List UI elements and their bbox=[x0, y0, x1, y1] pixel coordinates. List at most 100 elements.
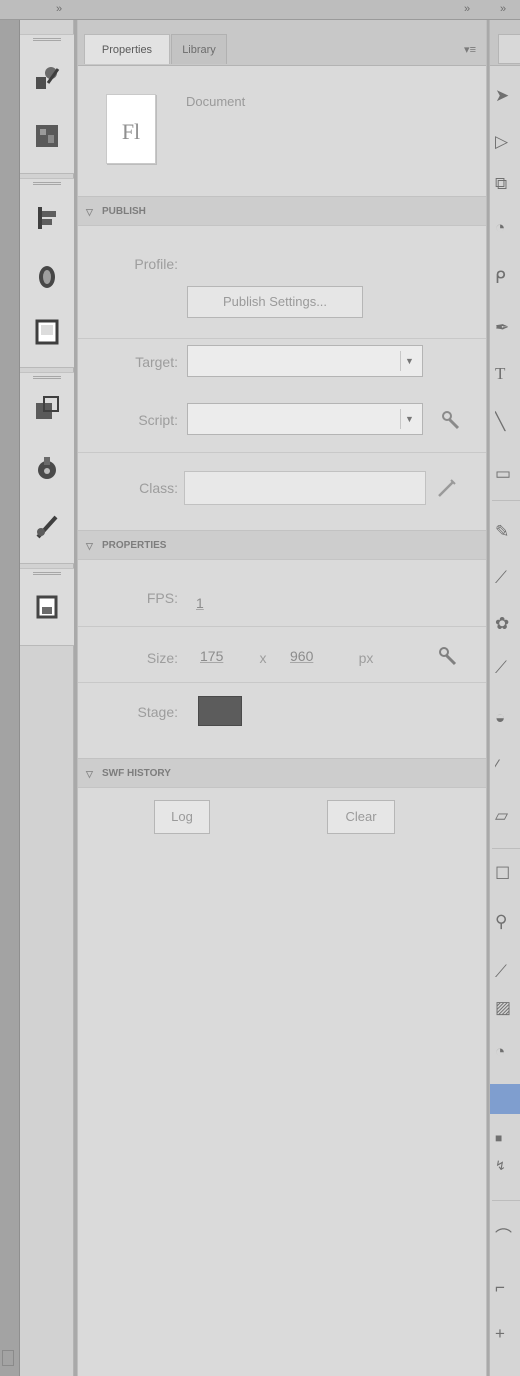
stroke-color-icon[interactable]: ⟋ bbox=[495, 954, 519, 990]
free-transform-tool-icon[interactable]: ⧉ bbox=[495, 166, 519, 202]
transform-icon[interactable] bbox=[32, 393, 62, 423]
document-icon-text: Fl bbox=[121, 119, 141, 144]
tools-panel: ➤ ▷ ⧉ ◔ ᑭ ✒ T ╲ ▭ ✎ ⟋ ✿ ⟋ ◒ ⁄ ▱ ☐ ⚲ ⟋ ▨ … bbox=[489, 20, 520, 1376]
expand-triangle-icon: ▽ bbox=[86, 541, 93, 551]
subselection-tool-icon[interactable]: ▷ bbox=[495, 124, 519, 160]
divider bbox=[78, 682, 486, 683]
eraser-tool-icon[interactable]: ▱ bbox=[495, 798, 519, 834]
publish-settings-button[interactable]: Publish Settings... bbox=[187, 286, 363, 318]
rectangle-tool-icon[interactable]: ▭ bbox=[495, 456, 519, 492]
pencil-edit-icon[interactable] bbox=[435, 476, 459, 500]
swatches-icon[interactable] bbox=[32, 317, 62, 347]
text-tool-icon[interactable]: T bbox=[495, 356, 519, 392]
brush-tool-icon[interactable]: ⟋ bbox=[495, 560, 519, 596]
hand-tool-icon[interactable]: ☐ bbox=[495, 856, 519, 892]
grip-icon[interactable] bbox=[33, 182, 61, 185]
swf-history-section-title: SWF HISTORY bbox=[102, 768, 171, 779]
paint-bucket-tool-icon[interactable]: ◒ bbox=[495, 700, 519, 736]
selection-tool-icon[interactable]: ➤ bbox=[495, 78, 519, 114]
3d-rotation-tool-icon[interactable]: ◔ bbox=[495, 210, 519, 246]
clear-button[interactable]: Clear bbox=[327, 800, 395, 834]
code-snippets-icon[interactable] bbox=[32, 511, 62, 541]
collapse-properties-icon[interactable]: » bbox=[464, 3, 470, 15]
line-tool-icon[interactable]: ╲ bbox=[495, 404, 519, 440]
stage-width-value[interactable]: 175 bbox=[200, 648, 223, 664]
collapse-tools-icon[interactable]: » bbox=[500, 3, 506, 15]
panel-collapse-bar: » » » bbox=[0, 0, 520, 20]
properties-section-title: PROPERTIES bbox=[102, 540, 167, 551]
pen-tool-icon[interactable]: ✒ bbox=[495, 310, 519, 346]
tab-library[interactable]: Library bbox=[171, 34, 227, 64]
color-icon[interactable] bbox=[32, 261, 62, 291]
wrench-icon[interactable] bbox=[435, 644, 459, 668]
log-button[interactable]: Log bbox=[154, 800, 210, 834]
script-dropdown[interactable]: ▼ bbox=[187, 403, 423, 435]
tab-properties[interactable]: Properties bbox=[84, 34, 170, 64]
icon-dock bbox=[20, 20, 74, 1376]
divider bbox=[78, 626, 486, 627]
stage-color-swatch[interactable] bbox=[198, 696, 242, 726]
size-unit-label: px bbox=[358, 650, 374, 666]
left-dock-edge bbox=[0, 20, 20, 1376]
selected-fill-swatch[interactable] bbox=[490, 1084, 520, 1114]
chevron-down-icon: ▼ bbox=[400, 409, 418, 429]
library-stack-icon[interactable] bbox=[32, 121, 62, 151]
grip-icon[interactable] bbox=[33, 572, 61, 575]
swf-history-section-header[interactable]: ▽ SWF HISTORY bbox=[78, 758, 486, 788]
properties-section-header[interactable]: ▽ PROPERTIES bbox=[78, 530, 486, 560]
divider bbox=[78, 452, 486, 453]
stage-label: Stage: bbox=[137, 704, 178, 720]
resize-corner-icon[interactable] bbox=[2, 1350, 14, 1366]
fps-value[interactable]: 1 bbox=[196, 595, 204, 611]
script-label: Script: bbox=[138, 412, 178, 428]
tool-separator bbox=[492, 848, 520, 849]
chevron-down-icon: ▼ bbox=[400, 351, 418, 371]
swap-colors-icon[interactable]: ◔ bbox=[495, 1034, 519, 1070]
tool-separator bbox=[492, 500, 520, 501]
snap-magnet-icon[interactable]: ↯ bbox=[495, 1148, 519, 1184]
class-field[interactable] bbox=[184, 471, 426, 505]
collapse-left-dock-icon[interactable]: » bbox=[56, 3, 62, 15]
document-icon: Fl bbox=[106, 94, 156, 164]
expand-triangle-icon: ▽ bbox=[86, 769, 93, 779]
properties-panel: Properties Library ▾≡ Fl Document ▽ PUBL… bbox=[77, 20, 487, 1376]
expand-triangle-icon: ▽ bbox=[86, 207, 93, 217]
class-label: Class: bbox=[139, 480, 178, 496]
fill-color-icon[interactable]: ▨ bbox=[495, 990, 519, 1026]
target-dropdown[interactable]: ▼ bbox=[187, 345, 423, 377]
stage-height-value[interactable]: 960 bbox=[290, 648, 313, 664]
tool-separator bbox=[492, 1200, 520, 1201]
divider bbox=[78, 338, 486, 339]
publish-section-header[interactable]: ▽ PUBLISH bbox=[78, 196, 486, 226]
size-label: Size: bbox=[146, 650, 178, 666]
tab-tools[interactable] bbox=[498, 34, 520, 64]
extra-option-icon[interactable]: + bbox=[495, 1316, 519, 1352]
wrench-icon[interactable] bbox=[438, 408, 462, 432]
dock-group-4 bbox=[20, 568, 74, 646]
fps-label: FPS: bbox=[146, 590, 178, 606]
components-icon[interactable] bbox=[32, 453, 62, 483]
straighten-icon[interactable]: ⌐ bbox=[495, 1270, 519, 1306]
panel-menu-icon[interactable]: ▾≡ bbox=[464, 43, 476, 56]
bone-tool-icon[interactable]: ⟋ bbox=[495, 650, 519, 686]
history-icon[interactable] bbox=[32, 591, 62, 621]
align-icon[interactable] bbox=[32, 203, 62, 233]
grip-icon[interactable] bbox=[33, 376, 61, 379]
deco-tool-icon[interactable]: ✿ bbox=[495, 606, 519, 642]
document-label: Document bbox=[186, 94, 246, 109]
target-label: Target: bbox=[135, 354, 178, 370]
motion-presets-icon[interactable] bbox=[32, 63, 62, 93]
eyedropper-tool-icon[interactable]: ⁄ bbox=[495, 748, 519, 784]
publish-section-title: PUBLISH bbox=[102, 206, 146, 217]
size-x-label: x bbox=[259, 650, 267, 666]
profile-label: Profile: bbox=[134, 256, 178, 272]
pencil-tool-icon[interactable]: ✎ bbox=[495, 514, 519, 550]
smooth-icon[interactable]: ⌒ bbox=[495, 1220, 519, 1256]
grip-icon[interactable] bbox=[33, 38, 61, 41]
tools-header bbox=[490, 20, 520, 66]
dock-group-2 bbox=[20, 178, 74, 368]
panel-tab-bar: Properties Library ▾≡ bbox=[78, 20, 486, 66]
lasso-tool-icon[interactable]: ᑭ bbox=[495, 260, 519, 296]
zoom-tool-icon[interactable]: ⚲ bbox=[495, 904, 519, 940]
dock-group-3 bbox=[20, 372, 74, 564]
